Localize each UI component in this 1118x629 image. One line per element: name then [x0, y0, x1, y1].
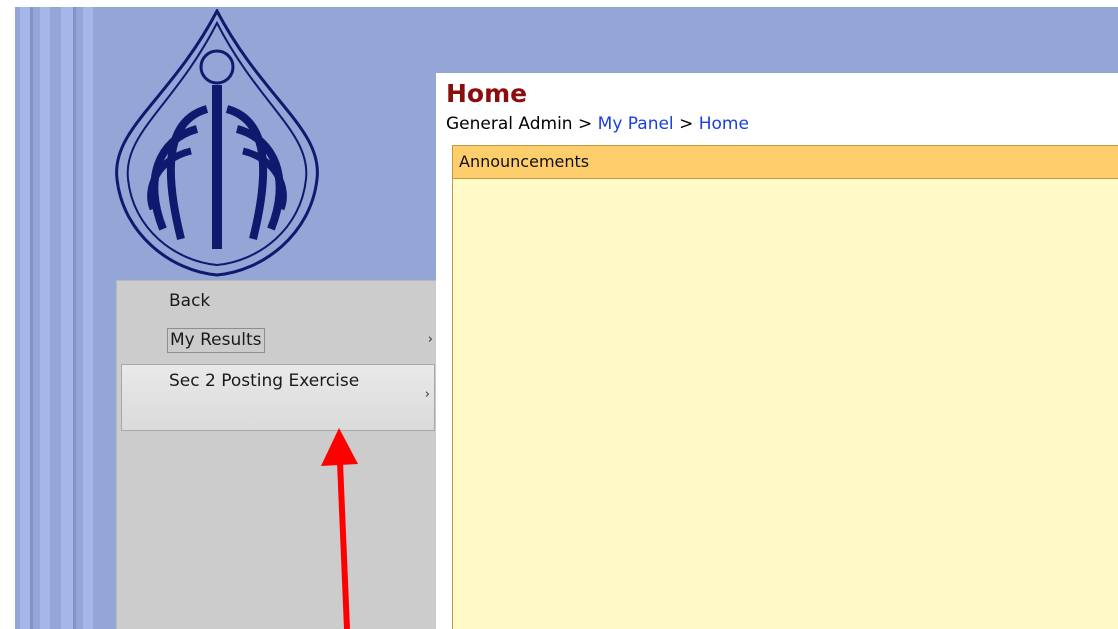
page-title: Home — [446, 79, 528, 108]
menu-item-my-results[interactable]: My Results › — [117, 328, 437, 356]
main-content: Home General Admin > My Panel > Home Ann… — [436, 73, 1118, 629]
breadcrumb-separator: > — [578, 114, 593, 134]
chevron-right-icon: › — [424, 387, 430, 402]
side-menu: Back My Results › Sec 2 Posting Exercise… — [116, 280, 437, 629]
menu-item-label: My Results — [167, 328, 265, 353]
announcements-panel: Announcements — [452, 145, 1118, 629]
breadcrumb-link-home[interactable]: Home — [699, 114, 749, 134]
breadcrumb-separator: > — [679, 114, 694, 134]
side-stripes — [15, 7, 100, 629]
leaf-logo-icon — [115, 9, 319, 277]
breadcrumb: General Admin > My Panel > Home — [446, 113, 749, 135]
announcements-header: Announcements — [453, 146, 1118, 179]
app-frame: Back My Results › Sec 2 Posting Exercise… — [15, 7, 1118, 629]
chevron-right-icon: › — [427, 332, 433, 347]
menu-item-sec2-posting-exercise[interactable]: Sec 2 Posting Exercise › — [121, 364, 435, 431]
menu-item-back[interactable]: Back — [117, 291, 437, 315]
menu-item-label: Sec 2 Posting Exercise — [169, 371, 360, 391]
menu-item-label: Back — [169, 291, 211, 311]
breadcrumb-root: General Admin — [446, 114, 573, 134]
breadcrumb-link-my-panel[interactable]: My Panel — [598, 114, 674, 134]
